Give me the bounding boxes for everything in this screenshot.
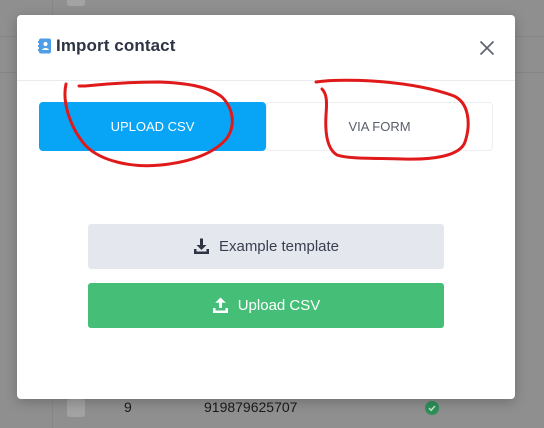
row-checkbox[interactable] (67, 399, 85, 417)
upload-csv-label: Upload CSV (237, 297, 321, 314)
close-icon[interactable] (475, 36, 499, 60)
check-circle-icon (425, 401, 439, 415)
download-icon (193, 238, 210, 255)
example-template-button[interactable]: Example template (88, 224, 444, 269)
modal-title: Import contact (56, 36, 176, 55)
import-method-tabs: UPLOAD CSV VIA FORM (39, 102, 493, 151)
tab-via-form[interactable]: VIA FORM (266, 102, 493, 151)
contact-book-icon (38, 38, 52, 54)
row-checkbox[interactable] (67, 0, 85, 6)
modal-header: Import contact (17, 15, 515, 81)
row-number: 9 (124, 399, 132, 415)
upload-csv-button[interactable]: Upload CSV (88, 283, 444, 328)
tab-upload-csv[interactable]: UPLOAD CSV (39, 102, 266, 151)
import-contact-modal: Import contact UPLOAD CSV VIA FORM Examp… (17, 15, 515, 399)
example-template-label: Example template (218, 238, 340, 255)
upload-icon (212, 297, 229, 314)
row-phone-number: 919879625707 (204, 399, 298, 415)
